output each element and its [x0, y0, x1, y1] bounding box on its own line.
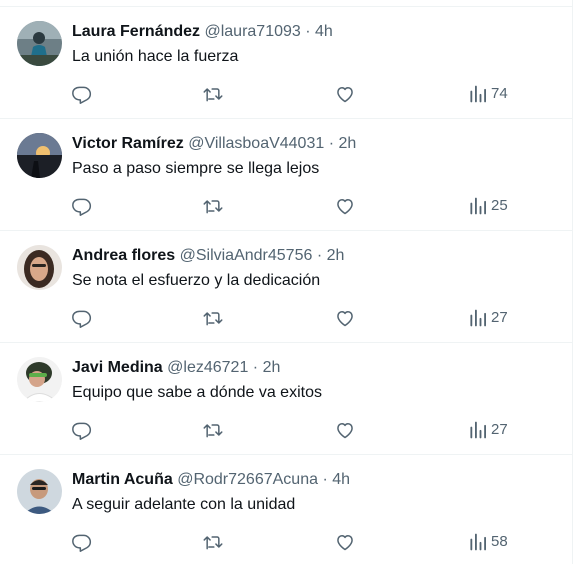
user-name[interactable]: Martin Acuña — [72, 471, 173, 488]
tweet-header: Andrea flores @SilviaAndr45756 · 2h — [72, 246, 561, 266]
user-handle[interactable]: @lez46721 — [167, 359, 248, 376]
views-icon — [470, 533, 486, 551]
views-count: 27 — [491, 309, 508, 326]
views-button[interactable]: 58 — [468, 530, 508, 554]
timestamp[interactable]: 4h — [315, 23, 333, 40]
tweet-5[interactable]: Martin Acuña @Rodr72667Acuna · 4h A segu… — [0, 455, 573, 567]
tweet-text: La unión hace la fuerza — [72, 48, 239, 65]
reply-icon — [72, 198, 92, 216]
user-handle[interactable]: @laura71093 — [204, 23, 300, 40]
like-button[interactable] — [335, 306, 355, 330]
reply-icon — [72, 310, 92, 328]
like-button[interactable] — [335, 82, 355, 106]
retweet-icon — [203, 536, 223, 550]
retweet-button[interactable] — [203, 194, 223, 218]
separator: · — [328, 135, 335, 152]
retweet-button[interactable] — [203, 82, 223, 106]
timestamp[interactable]: 2h — [263, 359, 281, 376]
tweet-text: Paso a paso siempre se llega lejos — [72, 160, 320, 177]
like-icon — [337, 311, 353, 327]
user-name[interactable]: Javi Medina — [72, 359, 163, 376]
views-button[interactable]: 27 — [468, 306, 508, 330]
views-icon — [470, 85, 486, 103]
avatar[interactable] — [17, 469, 62, 514]
reply-icon — [72, 422, 92, 440]
reply-button[interactable] — [72, 194, 92, 218]
tweet-header: Javi Medina @lez46721 · 2h — [72, 358, 561, 378]
separator: · — [252, 359, 259, 376]
user-handle[interactable]: @Rodr72667Acuna — [177, 471, 318, 488]
avatar[interactable] — [17, 245, 62, 290]
tweet-2[interactable]: Victor Ramírez @VillasboaV44031 · 2h Pas… — [0, 119, 573, 231]
user-handle[interactable]: @SilviaAndr45756 — [180, 247, 313, 264]
avatar-photo-icon — [17, 245, 62, 290]
tweet-text: A seguir adelante con la unidad — [72, 496, 296, 513]
like-icon — [337, 423, 353, 439]
avatar-photo-icon — [17, 357, 62, 402]
tweet-text: Equipo que sabe a dónde va exitos — [72, 384, 322, 401]
tweet-3[interactable]: Andrea flores @SilviaAndr45756 · 2h Se n… — [0, 231, 573, 343]
retweet-icon — [203, 424, 223, 438]
retweet-button[interactable] — [203, 306, 223, 330]
like-button[interactable] — [335, 418, 355, 442]
timestamp[interactable]: 2h — [338, 135, 356, 152]
timestamp[interactable]: 4h — [332, 471, 350, 488]
views-count: 74 — [491, 85, 508, 102]
user-name[interactable]: Laura Fernández — [72, 23, 200, 40]
views-icon — [470, 309, 486, 327]
separator: · — [316, 247, 323, 264]
reply-button[interactable] — [72, 418, 92, 442]
avatar-photo-icon — [17, 133, 62, 178]
like-button[interactable] — [335, 530, 355, 554]
retweet-icon — [203, 312, 223, 326]
views-icon — [470, 197, 486, 215]
retweet-icon — [203, 200, 223, 214]
retweet-button[interactable] — [203, 530, 223, 554]
views-button[interactable]: 27 — [468, 418, 508, 442]
views-count: 25 — [491, 197, 508, 214]
user-name[interactable]: Andrea flores — [72, 247, 175, 264]
separator: · — [305, 23, 311, 40]
like-icon — [337, 535, 353, 551]
user-name[interactable]: Victor Ramírez — [72, 135, 184, 152]
like-icon — [337, 199, 353, 215]
retweet-icon — [203, 88, 223, 102]
like-icon — [337, 87, 353, 103]
reply-button[interactable] — [72, 530, 92, 554]
tweet-actions: 27 — [72, 306, 512, 330]
tweet-actions: 74 — [72, 82, 512, 106]
avatar-photo-icon — [17, 21, 62, 66]
timestamp[interactable]: 2h — [327, 247, 345, 264]
tweet-actions: 58 — [72, 530, 512, 554]
tweet-4[interactable]: Javi Medina @lez46721 · 2h Equipo que sa… — [0, 343, 573, 455]
reply-button[interactable] — [72, 306, 92, 330]
views-icon — [470, 421, 486, 439]
views-count: 27 — [491, 421, 508, 438]
avatar-photo-icon — [17, 469, 62, 514]
tweet-1[interactable]: Laura Fernández @laura71093 · 4h La unió… — [0, 7, 573, 119]
tweet-text: Se nota el esfuerzo y la dedicación — [72, 272, 321, 289]
tweet-header: Martin Acuña @Rodr72667Acuna · 4h — [72, 470, 561, 490]
avatar[interactable] — [17, 133, 62, 178]
views-count: 58 — [491, 533, 508, 550]
retweet-button[interactable] — [203, 418, 223, 442]
separator: · — [322, 471, 328, 488]
tweet-actions: 25 — [72, 194, 512, 218]
reply-icon — [72, 534, 92, 552]
avatar[interactable] — [17, 21, 62, 66]
tweet-header: Laura Fernández @laura71093 · 4h — [72, 22, 561, 42]
like-button[interactable] — [335, 194, 355, 218]
views-button[interactable]: 25 — [468, 194, 508, 218]
user-handle[interactable]: @VillasboaV44031 — [188, 135, 324, 152]
reply-thread: Laura Fernández @laura71093 · 4h La unió… — [0, 0, 573, 564]
tweet-actions: 27 — [72, 418, 512, 442]
reply-button[interactable] — [72, 82, 92, 106]
avatar[interactable] — [17, 357, 62, 402]
views-button[interactable]: 74 — [468, 82, 508, 106]
tweet-header: Victor Ramírez @VillasboaV44031 · 2h — [72, 134, 561, 154]
reply-icon — [72, 86, 92, 104]
